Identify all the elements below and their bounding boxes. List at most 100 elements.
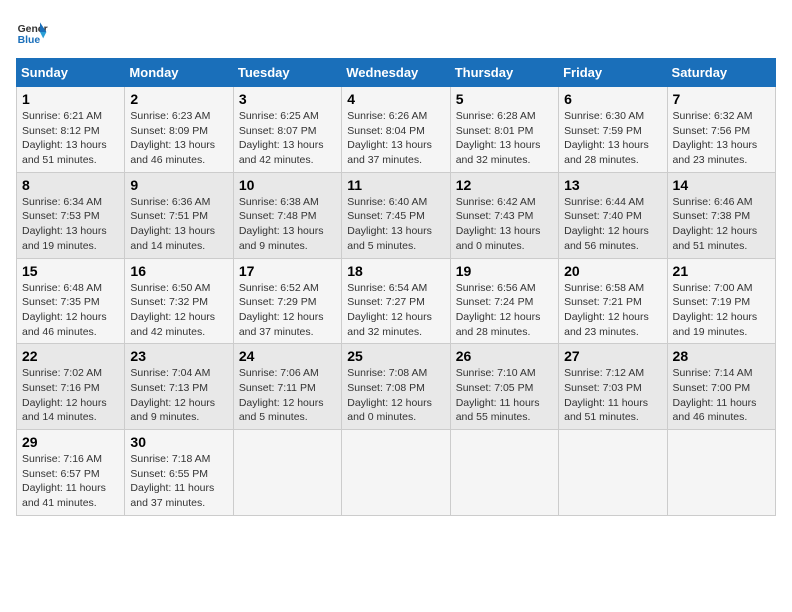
day-info: Sunrise: 6:34 AMSunset: 7:53 PMDaylight:… xyxy=(22,196,107,252)
calendar-day-cell: 5 Sunrise: 6:28 AMSunset: 8:01 PMDaylight… xyxy=(450,87,558,173)
day-info: Sunrise: 6:26 AMSunset: 8:04 PMDaylight:… xyxy=(347,110,432,166)
day-info: Sunrise: 6:40 AMSunset: 7:45 PMDaylight:… xyxy=(347,196,432,252)
calendar-day-cell xyxy=(450,430,558,516)
calendar-header: SundayMondayTuesdayWednesdayThursdayFrid… xyxy=(17,59,776,87)
calendar-day-cell: 19 Sunrise: 6:56 AMSunset: 7:24 PMDayligh… xyxy=(450,258,558,344)
day-number: 12 xyxy=(456,177,553,193)
day-info: Sunrise: 6:48 AMSunset: 7:35 PMDaylight:… xyxy=(22,282,107,338)
calendar-day-cell xyxy=(342,430,450,516)
day-number: 3 xyxy=(239,91,336,107)
calendar-table: SundayMondayTuesdayWednesdayThursdayFrid… xyxy=(16,58,776,516)
day-info: Sunrise: 7:00 AMSunset: 7:19 PMDaylight:… xyxy=(673,282,758,338)
day-info: Sunrise: 6:32 AMSunset: 7:56 PMDaylight:… xyxy=(673,110,758,166)
day-number: 17 xyxy=(239,263,336,279)
day-number: 18 xyxy=(347,263,444,279)
calendar-day-cell: 17 Sunrise: 6:52 AMSunset: 7:29 PMDayligh… xyxy=(233,258,341,344)
day-info: Sunrise: 6:52 AMSunset: 7:29 PMDaylight:… xyxy=(239,282,324,338)
day-number: 23 xyxy=(130,348,227,364)
day-info: Sunrise: 7:04 AMSunset: 7:13 PMDaylight:… xyxy=(130,367,215,423)
day-number: 6 xyxy=(564,91,661,107)
calendar-day-cell: 6 Sunrise: 6:30 AMSunset: 7:59 PMDaylight… xyxy=(559,87,667,173)
day-number: 16 xyxy=(130,263,227,279)
day-number: 1 xyxy=(22,91,119,107)
calendar-day-cell xyxy=(667,430,775,516)
day-number: 13 xyxy=(564,177,661,193)
day-info: Sunrise: 7:06 AMSunset: 7:11 PMDaylight:… xyxy=(239,367,324,423)
calendar-day-cell: 24 Sunrise: 7:06 AMSunset: 7:11 PMDayligh… xyxy=(233,344,341,430)
calendar-day-cell: 16Sunrise: 6:50 AMSunset: 7:32 PMDayligh… xyxy=(125,258,233,344)
day-number: 25 xyxy=(347,348,444,364)
calendar-day-cell: 30 Sunrise: 7:18 AMSunset: 6:55 PMDayligh… xyxy=(125,430,233,516)
calendar-day-cell: 9 Sunrise: 6:36 AMSunset: 7:51 PMDaylight… xyxy=(125,172,233,258)
calendar-day-cell: 12 Sunrise: 6:42 AMSunset: 7:43 PMDayligh… xyxy=(450,172,558,258)
day-number: 15 xyxy=(22,263,119,279)
day-number: 19 xyxy=(456,263,553,279)
day-info: Sunrise: 6:44 AMSunset: 7:40 PMDaylight:… xyxy=(564,196,649,252)
day-number: 29 xyxy=(22,434,119,450)
day-info: Sunrise: 7:12 AMSunset: 7:03 PMDaylight:… xyxy=(564,367,648,423)
weekday-header-friday: Friday xyxy=(559,59,667,87)
day-info: Sunrise: 6:58 AMSunset: 7:21 PMDaylight:… xyxy=(564,282,649,338)
calendar-day-cell: 7Sunrise: 6:32 AMSunset: 7:56 PMDaylight… xyxy=(667,87,775,173)
calendar-week-row: 29 Sunrise: 7:16 AMSunset: 6:57 PMDayligh… xyxy=(17,430,776,516)
day-number: 10 xyxy=(239,177,336,193)
calendar-day-cell: 22Sunrise: 7:02 AMSunset: 7:16 PMDayligh… xyxy=(17,344,125,430)
day-number: 14 xyxy=(673,177,770,193)
day-info: Sunrise: 7:18 AMSunset: 6:55 PMDaylight:… xyxy=(130,453,214,509)
weekday-header-thursday: Thursday xyxy=(450,59,558,87)
calendar-day-cell: 21 Sunrise: 7:00 AMSunset: 7:19 PMDayligh… xyxy=(667,258,775,344)
day-info: Sunrise: 7:10 AMSunset: 7:05 PMDaylight:… xyxy=(456,367,540,423)
calendar-body: 1 Sunrise: 6:21 AMSunset: 8:12 PMDaylight… xyxy=(17,87,776,516)
header: General Blue xyxy=(16,16,776,48)
weekday-header-monday: Monday xyxy=(125,59,233,87)
calendar-day-cell: 1 Sunrise: 6:21 AMSunset: 8:12 PMDaylight… xyxy=(17,87,125,173)
calendar-week-row: 8 Sunrise: 6:34 AMSunset: 7:53 PMDaylight… xyxy=(17,172,776,258)
day-info: Sunrise: 6:36 AMSunset: 7:51 PMDaylight:… xyxy=(130,196,215,252)
calendar-day-cell: 11Sunrise: 6:40 AMSunset: 7:45 PMDayligh… xyxy=(342,172,450,258)
calendar-day-cell: 23 Sunrise: 7:04 AMSunset: 7:13 PMDayligh… xyxy=(125,344,233,430)
day-info: Sunrise: 6:28 AMSunset: 8:01 PMDaylight:… xyxy=(456,110,541,166)
day-info: Sunrise: 6:25 AMSunset: 8:07 PMDaylight:… xyxy=(239,110,324,166)
day-info: Sunrise: 6:46 AMSunset: 7:38 PMDaylight:… xyxy=(673,196,758,252)
day-number: 26 xyxy=(456,348,553,364)
calendar-day-cell: 14 Sunrise: 6:46 AMSunset: 7:38 PMDayligh… xyxy=(667,172,775,258)
calendar-week-row: 1 Sunrise: 6:21 AMSunset: 8:12 PMDaylight… xyxy=(17,87,776,173)
weekday-header-tuesday: Tuesday xyxy=(233,59,341,87)
day-number: 24 xyxy=(239,348,336,364)
day-info: Sunrise: 6:56 AMSunset: 7:24 PMDaylight:… xyxy=(456,282,541,338)
calendar-week-row: 15 Sunrise: 6:48 AMSunset: 7:35 PMDayligh… xyxy=(17,258,776,344)
calendar-day-cell: 27Sunrise: 7:12 AMSunset: 7:03 PMDayligh… xyxy=(559,344,667,430)
day-number: 2 xyxy=(130,91,227,107)
calendar-day-cell: 10 Sunrise: 6:38 AMSunset: 7:48 PMDayligh… xyxy=(233,172,341,258)
calendar-day-cell: 4 Sunrise: 6:26 AMSunset: 8:04 PMDaylight… xyxy=(342,87,450,173)
calendar-day-cell: 20 Sunrise: 6:58 AMSunset: 7:21 PMDayligh… xyxy=(559,258,667,344)
calendar-day-cell: 28 Sunrise: 7:14 AMSunset: 7:00 PMDayligh… xyxy=(667,344,775,430)
logo-icon: General Blue xyxy=(16,16,48,48)
weekday-header-sunday: Sunday xyxy=(17,59,125,87)
weekday-header-row: SundayMondayTuesdayWednesdayThursdayFrid… xyxy=(17,59,776,87)
weekday-header-saturday: Saturday xyxy=(667,59,775,87)
day-info: Sunrise: 7:14 AMSunset: 7:00 PMDaylight:… xyxy=(673,367,757,423)
day-number: 4 xyxy=(347,91,444,107)
calendar-day-cell xyxy=(559,430,667,516)
day-info: Sunrise: 6:30 AMSunset: 7:59 PMDaylight:… xyxy=(564,110,649,166)
calendar-day-cell: 15 Sunrise: 6:48 AMSunset: 7:35 PMDayligh… xyxy=(17,258,125,344)
day-info: Sunrise: 6:38 AMSunset: 7:48 PMDaylight:… xyxy=(239,196,324,252)
day-number: 28 xyxy=(673,348,770,364)
day-number: 30 xyxy=(130,434,227,450)
day-number: 5 xyxy=(456,91,553,107)
calendar-day-cell: 29 Sunrise: 7:16 AMSunset: 6:57 PMDayligh… xyxy=(17,430,125,516)
day-number: 22 xyxy=(22,348,119,364)
calendar-day-cell: 18Sunrise: 6:54 AMSunset: 7:27 PMDayligh… xyxy=(342,258,450,344)
day-number: 9 xyxy=(130,177,227,193)
calendar-day-cell: 2Sunrise: 6:23 AMSunset: 8:09 PMDaylight… xyxy=(125,87,233,173)
day-number: 20 xyxy=(564,263,661,279)
day-info: Sunrise: 7:16 AMSunset: 6:57 PMDaylight:… xyxy=(22,453,106,509)
day-info: Sunrise: 6:21 AMSunset: 8:12 PMDaylight:… xyxy=(22,110,107,166)
day-info: Sunrise: 7:08 AMSunset: 7:08 PMDaylight:… xyxy=(347,367,432,423)
day-number: 8 xyxy=(22,177,119,193)
calendar-week-row: 22Sunrise: 7:02 AMSunset: 7:16 PMDayligh… xyxy=(17,344,776,430)
day-info: Sunrise: 6:42 AMSunset: 7:43 PMDaylight:… xyxy=(456,196,541,252)
day-number: 21 xyxy=(673,263,770,279)
svg-text:Blue: Blue xyxy=(18,35,41,46)
